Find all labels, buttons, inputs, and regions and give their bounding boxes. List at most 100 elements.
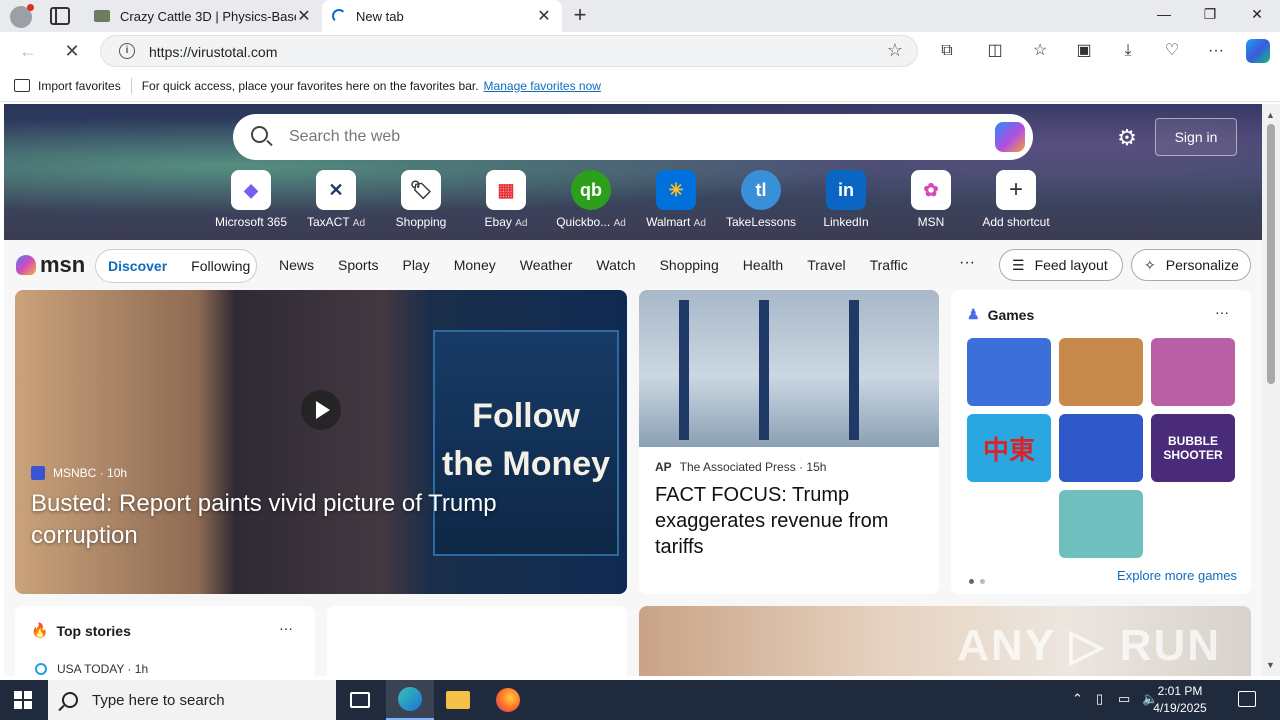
import-favorites-button[interactable]: Import favorites bbox=[0, 79, 121, 93]
shortcut-ebay[interactable]: ▦ Ebay Ad bbox=[464, 170, 548, 229]
search-icon bbox=[62, 692, 78, 708]
msn-butterfly-icon bbox=[16, 255, 36, 275]
clock-date: 4/19/2025 bbox=[1153, 701, 1207, 715]
page-settings-gear-icon[interactable]: ⚙ bbox=[1115, 126, 1139, 150]
shortcut-label: Quickbo... bbox=[556, 215, 611, 229]
taskbar-search[interactable]: Type here to search bbox=[48, 680, 336, 720]
close-window-button[interactable]: ✕ bbox=[1245, 6, 1269, 26]
task-view-button[interactable] bbox=[336, 680, 384, 720]
msn-logo[interactable]: msn bbox=[16, 252, 85, 278]
scroll-down-icon[interactable]: ▼ bbox=[1266, 660, 1275, 670]
address-bar[interactable]: i https://virustotal.com ☆ bbox=[100, 35, 918, 67]
story-card-ap[interactable]: AP The Associated Press · 15h FACT FOCUS… bbox=[639, 290, 939, 594]
nav-weather[interactable]: Weather bbox=[520, 257, 573, 273]
shortcut-walmart[interactable]: ✳ Walmart Ad bbox=[634, 170, 718, 229]
shortcut-takelessons[interactable]: tl TakeLessons bbox=[719, 170, 803, 229]
msnbc-logo-icon bbox=[31, 466, 45, 480]
game-tile-hospital[interactable] bbox=[1059, 490, 1143, 558]
game-tile-bubble-shooter[interactable]: BUBBLE SHOOTER bbox=[1151, 414, 1235, 482]
favorite-star-icon[interactable]: ☆ bbox=[887, 40, 903, 61]
tab-crazy-cattle[interactable]: Crazy Cattle 3D | Physics-Based B ✕ bbox=[84, 0, 322, 32]
shortcut-taxact[interactable]: ✕ TaxACT Ad bbox=[294, 170, 378, 229]
hero-background: ⚙ Sign in ◆ Microsoft 365 ✕ TaxACT Ad 🏷 … bbox=[4, 104, 1262, 240]
taskbar-clock[interactable]: 2:01 PM 4/19/2025 bbox=[1140, 683, 1220, 717]
profile-icon[interactable] bbox=[10, 4, 34, 28]
nav-play[interactable]: Play bbox=[402, 257, 429, 273]
restore-button[interactable]: ❐ bbox=[1198, 6, 1222, 26]
address-url[interactable]: https://virustotal.com bbox=[149, 44, 277, 60]
sign-in-button[interactable]: Sign in bbox=[1155, 118, 1237, 156]
main-story-card[interactable]: Follow the Money MSNBC · 10h Busted: Rep… bbox=[15, 290, 627, 594]
stop-loading-icon[interactable]: ✕ bbox=[60, 40, 84, 62]
personalize-button[interactable]: ✧ Personalize bbox=[1131, 249, 1251, 281]
new-tab-button[interactable]: + bbox=[569, 4, 591, 26]
nav-traffic[interactable]: Traffic bbox=[870, 257, 908, 273]
web-search-box[interactable] bbox=[233, 114, 1033, 160]
file-explorer-taskbar-button[interactable] bbox=[434, 680, 482, 720]
show-hidden-icons-icon[interactable]: ⌃ bbox=[1072, 691, 1083, 707]
manage-favorites-link[interactable]: Manage favorites now bbox=[484, 79, 601, 93]
web-search-input[interactable] bbox=[289, 126, 969, 148]
nav-watch[interactable]: Watch bbox=[596, 257, 635, 273]
scroll-up-icon[interactable]: ▲ bbox=[1266, 110, 1275, 120]
feed-switch: Discover Following bbox=[95, 249, 257, 283]
tab-discover[interactable]: Discover bbox=[96, 258, 179, 274]
shortcut-label: Ebay bbox=[484, 215, 512, 229]
nav-shopping[interactable]: Shopping bbox=[660, 257, 719, 273]
game-tile-blocks[interactable] bbox=[1059, 414, 1143, 482]
explore-more-games-link[interactable]: Explore more games bbox=[1117, 568, 1237, 583]
top-stories-more-button[interactable]: ··· bbox=[279, 620, 293, 636]
split-screen-icon[interactable]: ◫ bbox=[984, 40, 1006, 62]
copilot-icon[interactable] bbox=[1246, 39, 1270, 63]
shortcut-quickbooks[interactable]: qb Quickbo... Ad bbox=[549, 170, 633, 229]
browser-essentials-icon[interactable]: ♡ bbox=[1161, 40, 1183, 62]
firefox-taskbar-button[interactable] bbox=[484, 680, 532, 720]
shortcut-label: Microsoft 365 bbox=[214, 215, 288, 229]
minimize-button[interactable]: — bbox=[1152, 6, 1176, 26]
collections-icon[interactable]: ▣ bbox=[1073, 40, 1095, 62]
site-info-icon[interactable]: i bbox=[119, 43, 135, 59]
game-tile-mahjong[interactable]: 中東 bbox=[967, 414, 1051, 482]
play-icon[interactable] bbox=[301, 390, 341, 430]
taskbar-search-placeholder: Type here to search bbox=[92, 691, 225, 709]
favorites-icon[interactable]: ☆ bbox=[1029, 40, 1051, 62]
device-icon[interactable]: ▯ bbox=[1096, 691, 1103, 707]
tab-following[interactable]: Following bbox=[179, 258, 262, 274]
nav-sports[interactable]: Sports bbox=[338, 257, 378, 273]
settings-more-icon[interactable]: ··· bbox=[1205, 40, 1227, 62]
scroll-thumb[interactable] bbox=[1267, 124, 1275, 384]
story-headline[interactable]: Busted: Report paints vivid picture of T… bbox=[31, 488, 591, 552]
feed-layout-button[interactable]: ☰ Feed layout bbox=[999, 249, 1123, 281]
back-icon[interactable]: ← bbox=[16, 40, 40, 62]
nav-travel[interactable]: Travel bbox=[807, 257, 845, 273]
edge-taskbar-button[interactable] bbox=[386, 680, 434, 720]
nav-news[interactable]: News bbox=[279, 257, 314, 273]
shortcut-msn[interactable]: ✿ MSN bbox=[889, 170, 973, 229]
tab-new-tab[interactable]: New tab ✕ bbox=[322, 0, 562, 32]
tab-close-icon[interactable]: ✕ bbox=[296, 6, 312, 26]
story-headline[interactable]: FACT FOCUS: Trump exaggerates revenue fr… bbox=[655, 482, 923, 560]
notifications-icon[interactable] bbox=[1238, 691, 1256, 707]
copilot-search-icon[interactable] bbox=[995, 122, 1025, 152]
network-icon[interactable]: ▭ bbox=[1118, 691, 1130, 707]
shortcut-microsoft-365[interactable]: ◆ Microsoft 365 bbox=[209, 170, 293, 229]
windows-start-icon[interactable] bbox=[14, 691, 32, 709]
games-more-button[interactable]: ··· bbox=[1215, 304, 1229, 320]
shortcut-shopping[interactable]: 🏷 Shopping bbox=[379, 170, 463, 229]
page-scrollbar[interactable]: ▲ ▼ bbox=[1262, 104, 1280, 676]
nav-health[interactable]: Health bbox=[743, 257, 783, 273]
nav-money[interactable]: Money bbox=[454, 257, 496, 273]
story-image-card[interactable]: ANY ▷ RUN bbox=[639, 606, 1251, 676]
carousel-dots[interactable] bbox=[969, 572, 991, 587]
nav-more-button[interactable]: ··· bbox=[959, 254, 975, 272]
extensions-icon[interactable]: ⧉ bbox=[936, 40, 958, 62]
shortcut-linkedin[interactable]: in LinkedIn bbox=[804, 170, 888, 229]
game-tile-makeup[interactable] bbox=[1151, 338, 1235, 406]
downloads-icon[interactable]: ⤓ bbox=[1117, 40, 1139, 62]
shortcut-add[interactable]: + Add shortcut bbox=[974, 170, 1058, 229]
game-tile-wood-puzzle[interactable] bbox=[1059, 338, 1143, 406]
tab-actions-icon[interactable] bbox=[50, 7, 70, 25]
game-tile-jewels[interactable] bbox=[967, 338, 1051, 406]
tab-close-icon[interactable]: ✕ bbox=[536, 6, 552, 26]
story-source: MSNBC · 10h bbox=[31, 466, 127, 480]
